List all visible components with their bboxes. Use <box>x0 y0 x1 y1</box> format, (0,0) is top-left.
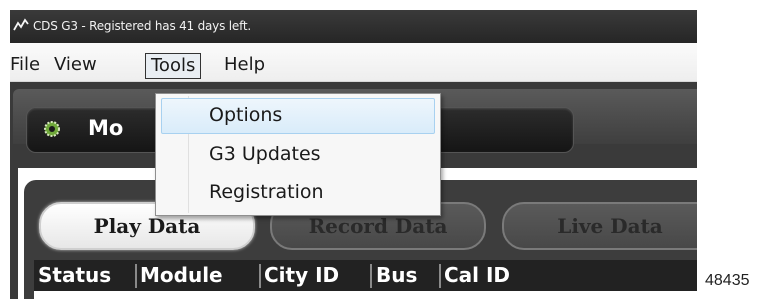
app-logo-icon <box>13 18 29 31</box>
column-divider <box>135 264 137 288</box>
column-city-id[interactable]: City ID <box>264 263 339 287</box>
window-title: CDS G3 - Registered has 41 days left. <box>33 19 251 33</box>
title-bar: CDS G3 - Registered has 41 days left. <box>10 10 697 43</box>
column-divider <box>259 264 261 288</box>
menu-bar: File View Tools Help <box>10 43 697 82</box>
menu-item-registration[interactable]: Registration <box>209 181 324 203</box>
module-gear-icon <box>44 121 60 137</box>
module-label: Mo <box>88 116 124 140</box>
menu-item-options[interactable]: Options <box>209 104 282 126</box>
column-divider <box>439 264 441 288</box>
menu-view[interactable]: View <box>54 54 97 75</box>
tab-live-data[interactable]: Live Data <box>502 202 697 250</box>
menu-item-highlight <box>161 98 435 134</box>
column-bus[interactable]: Bus <box>376 263 417 287</box>
column-status[interactable]: Status <box>38 263 111 287</box>
table-body <box>34 291 697 299</box>
menu-tools[interactable]: Tools <box>145 53 202 79</box>
menu-item-g3-updates[interactable]: G3 Updates <box>209 143 321 165</box>
menu-file[interactable]: File <box>10 54 40 75</box>
tools-dropdown-menu: Options G3 Updates Registration <box>155 93 441 216</box>
column-module[interactable]: Module <box>140 263 223 287</box>
table-header: Status Module City ID Bus Cal ID <box>34 260 697 291</box>
column-divider <box>370 264 372 288</box>
figure-id: 48435 <box>705 272 750 289</box>
app-window: CDS G3 - Registered has 41 days left. Fi… <box>10 10 697 299</box>
column-cal-id[interactable]: Cal ID <box>444 263 510 287</box>
menu-help[interactable]: Help <box>224 54 265 75</box>
